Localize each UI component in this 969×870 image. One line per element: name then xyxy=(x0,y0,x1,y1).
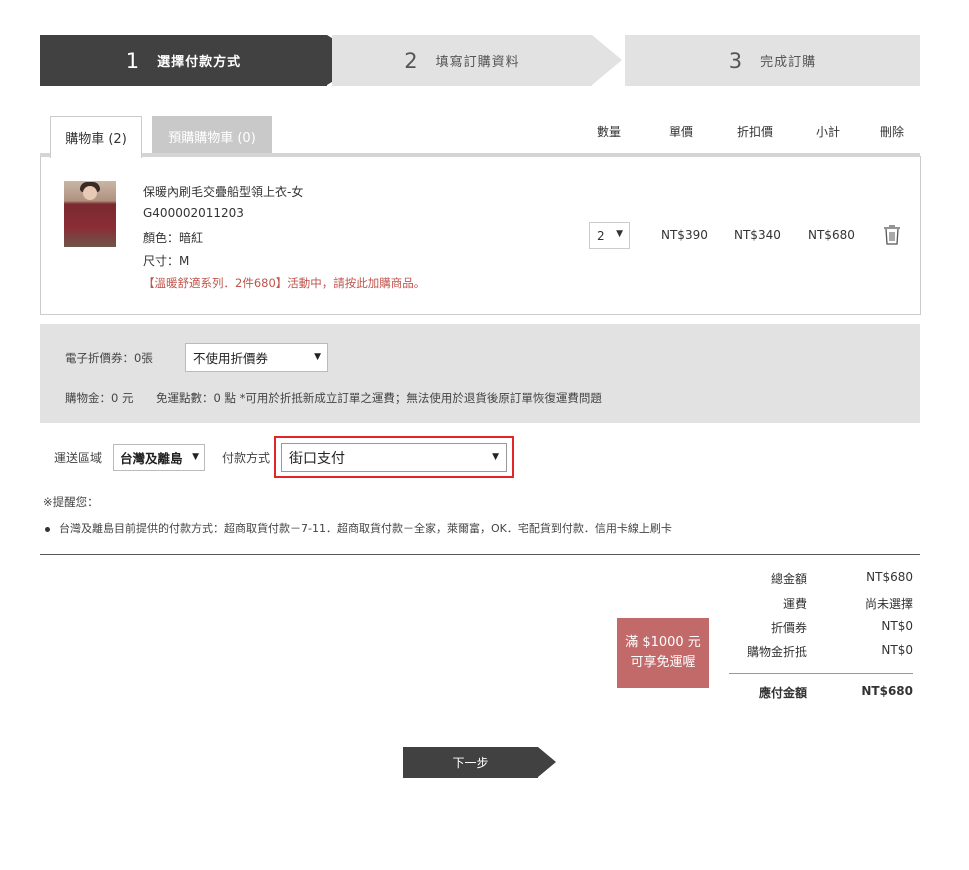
step-2-arrow xyxy=(592,35,622,85)
coupon-discount-value: NT$0 xyxy=(881,619,913,633)
reminder-title: ※提醒您： xyxy=(43,495,99,509)
product-sku: G400002011203 xyxy=(143,206,244,220)
quantity-select[interactable]: 2 ▼ xyxy=(589,222,630,249)
promo-link[interactable]: 【溫暖舒適系列．2件680】活動中，請按此加購商品。 xyxy=(143,275,425,291)
shipping-region-value: 台灣及離島 xyxy=(120,451,183,466)
step-3-label: 完成訂購 xyxy=(760,55,817,70)
free-shipping-line1: 滿 $1000 元 xyxy=(625,635,701,650)
unit-price: NT$390 xyxy=(661,228,708,242)
freight-label: 運費 xyxy=(782,597,807,611)
column-delete: 刪除 xyxy=(880,125,905,139)
reminder-item: 台灣及離島目前提供的付款方式：超商取貨付款－7-11．超商取貨付款－全家，萊爾富… xyxy=(45,520,672,536)
credit-discount-value: NT$0 xyxy=(881,643,913,657)
payment-method-value: 街口支付 xyxy=(289,450,345,467)
checkout-steps: 1 選擇付款方式 2 填寫訂購資料 3 完成訂購 xyxy=(40,35,920,86)
coupon-select-value: 不使用折價券 xyxy=(193,351,269,366)
caret-down-icon: ▼ xyxy=(616,229,623,239)
column-unit-price: 單價 xyxy=(669,125,694,139)
caret-down-icon: ▼ xyxy=(192,452,199,462)
step-2-number: 2 xyxy=(404,48,418,73)
shipping-region-label: 運送區域 xyxy=(54,451,103,465)
ecoupon-count: 電子折價券：0張 xyxy=(65,351,153,365)
section-divider xyxy=(40,554,920,555)
tab-preorder-cart[interactable]: 預購購物車 (0) xyxy=(152,116,272,156)
product-size: 尺寸：M xyxy=(143,254,190,268)
reminder-text: 台灣及離島目前提供的付款方式：超商取貨付款－7-11．超商取貨付款－全家，萊爾富… xyxy=(59,522,672,535)
credit-discount-label: 購物金折抵 xyxy=(746,645,807,659)
total-label: 總金額 xyxy=(770,572,807,586)
shipping-region-select[interactable]: 台灣及離島 ▼ xyxy=(113,444,205,471)
payable-label: 應付金額 xyxy=(758,686,807,700)
product-name[interactable]: 保暖內刷毛交疊船型領上衣-女 xyxy=(143,183,303,200)
product-color: 顏色：暗紅 xyxy=(143,231,204,245)
free-shipping-badge: 滿 $1000 元 可享免運喔 xyxy=(617,618,709,688)
step-1-label: 選擇付款方式 xyxy=(157,55,242,70)
free-shipping-line2: 可享免運喔 xyxy=(630,655,696,670)
next-step-button-arrow[interactable] xyxy=(538,747,556,777)
caret-down-icon: ▼ xyxy=(492,452,499,462)
column-discount-price: 折扣價 xyxy=(737,125,774,139)
step-1-number: 1 xyxy=(125,48,140,73)
freight-value: 尚未選擇 xyxy=(864,597,913,611)
coupon-select[interactable]: 不使用折價券 ▼ xyxy=(185,343,328,372)
column-subtotal: 小計 xyxy=(816,125,841,139)
step-2: 2 填寫訂購資料 xyxy=(332,35,592,86)
product-thumbnail-face xyxy=(83,186,97,200)
quantity-value: 2 xyxy=(597,228,605,243)
payable-value: NT$680 xyxy=(861,684,913,698)
step-3-number: 3 xyxy=(728,48,743,73)
tab-cart[interactable]: 購物車 (2) xyxy=(50,116,142,158)
caret-down-icon: ▼ xyxy=(314,352,321,362)
next-step-button[interactable]: 下一步 xyxy=(403,747,538,778)
bullet-icon xyxy=(45,526,50,532)
step-3: 3 完成訂購 xyxy=(625,35,920,86)
step-2-label: 填寫訂購資料 xyxy=(435,55,520,70)
payment-method-label: 付款方式 xyxy=(222,451,271,465)
discount-price: NT$340 xyxy=(734,228,781,242)
shopping-credit: 購物金：0 元 xyxy=(65,391,134,405)
coupon-discount-label: 折價券 xyxy=(770,621,807,635)
payment-method-select[interactable]: 街口支付 ▼ xyxy=(281,443,507,472)
coupon-panel xyxy=(40,324,920,423)
trash-icon[interactable] xyxy=(883,224,901,246)
step-1: 1 選擇付款方式 xyxy=(40,35,327,86)
subtotal-price: NT$680 xyxy=(808,228,855,242)
totals-divider xyxy=(729,673,913,674)
column-qty: 數量 xyxy=(597,125,622,139)
total-value: NT$680 xyxy=(866,570,913,584)
shipping-points: 免運點數：0 點 *可用於折抵新成立訂單之運費；無法使用於退貨後原訂單恢復運費問… xyxy=(156,391,602,405)
